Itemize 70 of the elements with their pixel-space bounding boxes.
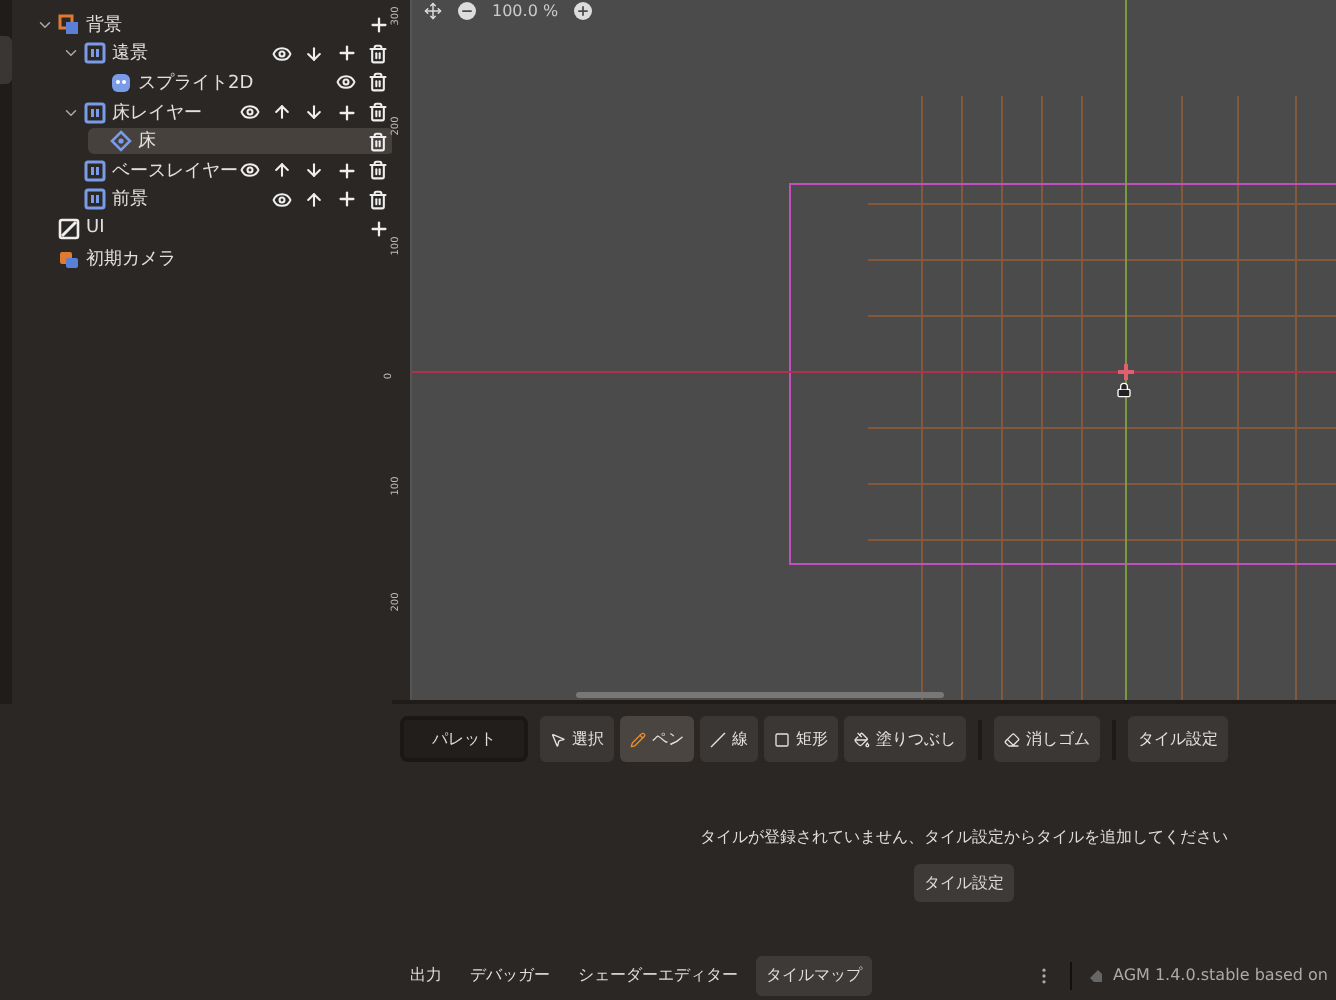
trash-icon[interactable] — [368, 160, 388, 181]
eye-icon[interactable] — [240, 160, 260, 181]
move-icon[interactable] — [424, 2, 442, 20]
arrow-up-icon[interactable] — [304, 189, 324, 210]
add-icon[interactable] — [335, 159, 357, 182]
minus-icon — [460, 4, 474, 18]
layers-icon — [58, 13, 80, 36]
pencil-icon — [630, 731, 646, 747]
tool-button[interactable]: ペン — [620, 716, 694, 762]
layer-icon — [84, 101, 106, 124]
bottom-tab[interactable]: タイルマップ — [756, 955, 872, 995]
zoom-out-button[interactable] — [458, 2, 476, 20]
paint-bucket-icon — [854, 731, 870, 747]
tool-button[interactable]: 選択 — [540, 716, 614, 762]
arrow-down-icon[interactable] — [304, 43, 324, 64]
empty-message: タイルが登録されていません、タイル設定からタイルを追加してください — [700, 826, 1228, 848]
plus-icon — [576, 4, 591, 18]
tree-item-label[interactable]: 床 — [138, 128, 366, 155]
version-text: AGM 1.4.0.stable based on — [1112, 966, 1328, 984]
pointer-icon — [550, 731, 566, 747]
tool-button[interactable]: タイル設定 — [1128, 716, 1228, 762]
origin-marker — [1116, 362, 1136, 382]
tree-item-label[interactable]: スプライト2D — [138, 69, 334, 96]
tool-button[interactable]: 線 — [700, 716, 758, 762]
diamond-icon — [110, 130, 132, 153]
layer-icon — [84, 42, 106, 65]
arrow-up-icon[interactable] — [272, 160, 292, 181]
add-icon[interactable] — [335, 101, 357, 124]
add-icon[interactable] — [367, 13, 389, 36]
sprite-icon — [110, 71, 132, 94]
tool-button[interactable]: 塗りつぶし — [844, 716, 966, 762]
add-icon[interactable] — [367, 217, 389, 240]
tree-item-label[interactable]: ベースレイヤー — [112, 157, 238, 184]
eye-icon[interactable] — [272, 43, 292, 64]
rectangle-icon — [774, 731, 790, 747]
tree-item-label[interactable]: 背景 — [86, 11, 366, 38]
tool-button[interactable]: 消しゴム — [994, 716, 1100, 762]
zoom-level: 100.0 % — [492, 2, 559, 20]
tree-item-label[interactable]: 前景 — [112, 186, 270, 213]
eye-icon[interactable] — [240, 102, 260, 123]
horizontal-scrollbar[interactable] — [576, 692, 944, 698]
trash-icon[interactable] — [368, 189, 388, 210]
bottom-tab[interactable]: 出力 — [400, 955, 452, 995]
trash-icon[interactable] — [368, 131, 388, 152]
tile-settings-button[interactable]: タイル設定 — [914, 864, 1014, 902]
tree-item-label[interactable]: 床レイヤー — [112, 99, 238, 126]
arrow-up-icon[interactable] — [272, 102, 292, 123]
line-icon — [710, 731, 726, 747]
eraser-icon — [1004, 731, 1020, 747]
layer-icon — [84, 188, 106, 211]
arrow-down-icon[interactable] — [304, 102, 324, 123]
zoom-in-button[interactable] — [574, 2, 593, 20]
layer-icon — [84, 159, 106, 182]
add-icon[interactable] — [335, 188, 357, 211]
eye-icon[interactable] — [272, 189, 292, 210]
trash-icon[interactable] — [368, 43, 388, 64]
tree-item-label[interactable]: UI — [86, 218, 366, 239]
add-icon[interactable] — [335, 42, 357, 65]
bottom-tab[interactable]: デバッガー — [460, 955, 560, 995]
eye-icon[interactable] — [336, 72, 356, 93]
ui-icon — [58, 217, 80, 240]
lock-icon — [1116, 382, 1132, 398]
arrow-down-icon[interactable] — [304, 160, 324, 181]
palette-button[interactable]: パレット — [400, 716, 528, 762]
tool-button[interactable]: 矩形 — [764, 716, 838, 762]
trash-icon[interactable] — [368, 72, 388, 93]
camera-icon — [58, 247, 80, 270]
bottom-tab[interactable]: シェーダーエディター — [568, 955, 748, 995]
trash-icon[interactable] — [368, 102, 388, 123]
tree-item-label[interactable]: 遠景 — [112, 40, 270, 67]
